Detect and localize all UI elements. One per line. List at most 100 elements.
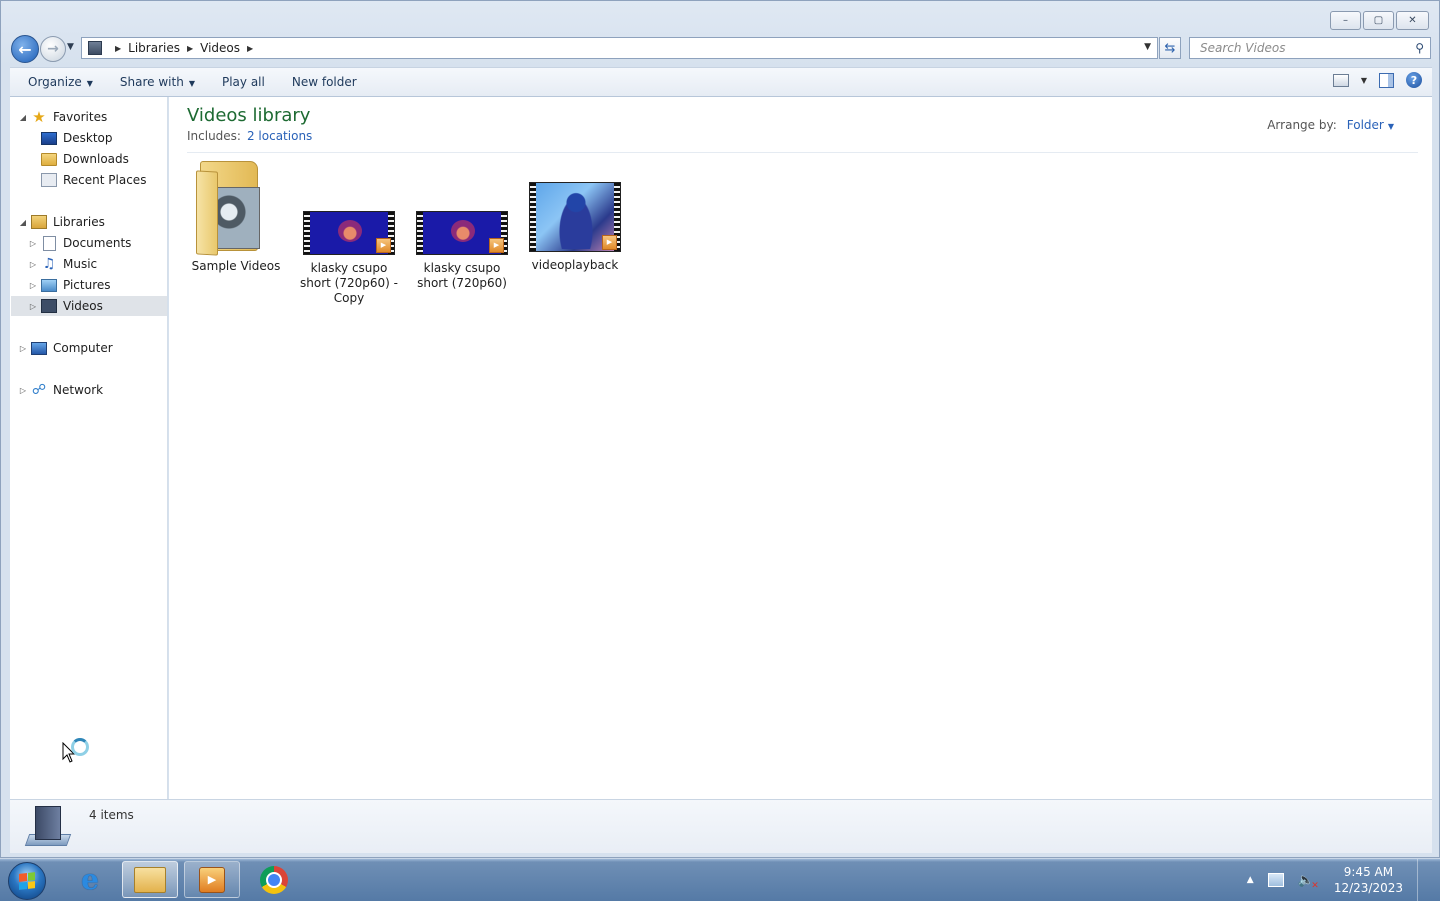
- taskbar-internet-explorer[interactable]: e: [62, 861, 118, 898]
- file-item-sample-videos[interactable]: Sample Videos: [186, 161, 286, 274]
- chevron-right-icon[interactable]: ▶: [247, 44, 253, 53]
- system-clock[interactable]: 9:45 AM 12/23/2023: [1334, 864, 1403, 896]
- play-badge-icon: ▶: [489, 238, 504, 253]
- nav-label: Videos: [63, 299, 103, 313]
- nav-item-downloads[interactable]: Downloads: [28, 149, 129, 169]
- view-options-dropdown[interactable]: ▼: [1361, 76, 1367, 85]
- nav-item-music[interactable]: ▷ ♫ Music: [28, 254, 97, 274]
- expand-arrow-icon[interactable]: ▷: [18, 386, 28, 395]
- pictures-icon: [41, 277, 57, 293]
- change-view-icon[interactable]: [1332, 73, 1349, 87]
- volume-muted-icon[interactable]: 🔈 ✕: [1298, 873, 1319, 891]
- nav-label: Network: [53, 383, 104, 397]
- chevron-down-icon: ▼: [86, 79, 93, 88]
- clock-time: 9:45 AM: [1343, 865, 1394, 879]
- nav-item-recent-places[interactable]: Recent Places: [28, 170, 146, 190]
- item-count: 4 items: [89, 808, 134, 822]
- play-all-button[interactable]: Play all: [213, 75, 274, 89]
- expand-arrow-icon[interactable]: ▷: [18, 344, 28, 353]
- nav-item-pictures[interactable]: ▷ Pictures: [28, 275, 111, 295]
- new-folder-button[interactable]: New folder: [283, 75, 366, 89]
- file-item-klasky-copy[interactable]: ▶ klasky csupo short (720p60) - Copy: [299, 181, 399, 306]
- taskbar-chrome[interactable]: [246, 861, 302, 898]
- command-bar: Organize ▼ Share with ▼ Play all New folde…: [10, 67, 1432, 97]
- address-history-dropdown[interactable]: ▼: [1144, 42, 1151, 52]
- libraries-icon: [31, 214, 47, 230]
- recent-places-icon: [41, 172, 57, 188]
- nav-item-documents[interactable]: ▷ Documents: [28, 233, 131, 253]
- forward-button[interactable]: →: [40, 36, 66, 62]
- file-list-pane[interactable]: Videos library Includes: 2 locations Arra…: [169, 97, 1432, 799]
- expand-arrow-icon[interactable]: ▷: [28, 302, 38, 311]
- breadcrumb-videos[interactable]: Videos: [200, 41, 240, 55]
- help-icon[interactable]: ?: [1406, 72, 1422, 88]
- nav-item-network[interactable]: ▷ ☍ Network: [18, 380, 103, 400]
- windows-explorer-icon: [134, 866, 166, 893]
- refresh-button[interactable]: ⇆: [1159, 37, 1181, 59]
- expand-arrow-icon[interactable]: ▷: [28, 239, 38, 248]
- show-hidden-icons-icon[interactable]: ▲: [1247, 875, 1254, 885]
- search-input[interactable]: [1198, 40, 1402, 56]
- nav-label: Libraries: [53, 215, 105, 229]
- videos-library-icon: [88, 41, 102, 55]
- play-badge-icon: ▶: [602, 235, 617, 250]
- star-icon: ★: [32, 108, 46, 126]
- navigation-pane: ◢ ★ Favorites Desktop Downloads Recent P…: [10, 97, 168, 799]
- view-controls: ▼ ?: [1332, 72, 1422, 88]
- back-button[interactable]: ←: [11, 35, 39, 63]
- videos-library-large-icon: [24, 804, 72, 846]
- taskbar: e ▶ ▲ 🔈 ✕ 9:45 AM 12/23/2023: [0, 858, 1440, 901]
- preview-pane-icon[interactable]: [1379, 72, 1394, 88]
- arrange-by-dropdown[interactable]: Folder: [1347, 118, 1384, 132]
- chevron-right-icon[interactable]: ▶: [115, 44, 121, 53]
- recent-pages-dropdown[interactable]: ▼: [67, 42, 74, 52]
- windows-logo-icon: [19, 872, 35, 890]
- organize-label: Organize: [28, 75, 82, 89]
- nav-label: Recent Places: [63, 173, 147, 187]
- nav-item-desktop[interactable]: Desktop: [28, 128, 113, 148]
- chevron-down-icon[interactable]: ▼: [1388, 122, 1394, 131]
- taskbar-media-player[interactable]: ▶: [184, 861, 240, 898]
- expand-arrow-icon[interactable]: ▷: [28, 281, 38, 290]
- taskbar-windows-explorer[interactable]: [122, 861, 178, 898]
- file-item-videoplayback[interactable]: ▶ videoplayback: [525, 178, 625, 273]
- expand-arrow-icon[interactable]: ▷: [28, 260, 38, 269]
- locations-link[interactable]: 2 locations: [247, 129, 312, 143]
- caption-buttons: – ▢ ✕: [1330, 11, 1429, 30]
- nav-item-videos[interactable]: ▷ Videos: [11, 296, 167, 316]
- address-bar[interactable]: ▶ Libraries ▶ Videos ▶ ▼: [81, 37, 1158, 59]
- folder-icon: [196, 161, 260, 256]
- nav-item-libraries[interactable]: ◢ Libraries: [18, 212, 105, 232]
- close-button[interactable]: ✕: [1396, 11, 1429, 30]
- arrange-by-label: Arrange by:: [1267, 118, 1337, 132]
- library-includes: Includes: 2 locations: [187, 129, 312, 143]
- nav-item-computer[interactable]: ▷ Computer: [18, 338, 113, 358]
- nav-label: Favorites: [53, 110, 108, 124]
- organize-button[interactable]: Organize ▼: [19, 75, 102, 89]
- minimize-button[interactable]: –: [1330, 11, 1361, 30]
- file-name: klasky csupo short (720p60): [417, 261, 507, 290]
- network-status-icon[interactable]: [1267, 873, 1284, 887]
- nav-item-favorites[interactable]: ◢ ★ Favorites: [18, 107, 107, 127]
- search-icon[interactable]: ⚲: [1415, 41, 1424, 55]
- file-item-klasky[interactable]: ▶ klasky csupo short (720p60): [412, 181, 512, 291]
- collapse-arrow-icon[interactable]: ◢: [18, 113, 28, 122]
- desktop-icon: [41, 130, 57, 146]
- clock-date: 12/23/2023: [1333, 881, 1403, 895]
- chevron-right-icon[interactable]: ▶: [187, 44, 193, 53]
- file-name: klasky csupo short (720p60) - Copy: [300, 261, 398, 305]
- maximize-button[interactable]: ▢: [1363, 11, 1394, 30]
- breadcrumb-libraries[interactable]: Libraries: [128, 41, 180, 55]
- chrome-icon: [260, 865, 288, 894]
- chevron-down-icon: ▼: [188, 79, 195, 88]
- show-desktop-button[interactable]: [1417, 859, 1430, 901]
- start-button[interactable]: [8, 862, 46, 900]
- busy-spinner-icon: [71, 738, 89, 756]
- arrow-left-icon: ←: [18, 39, 32, 59]
- share-with-button[interactable]: Share with ▼: [111, 75, 204, 89]
- collapse-arrow-icon[interactable]: ◢: [18, 218, 28, 227]
- internet-explorer-icon: e: [81, 863, 99, 896]
- share-with-label: Share with: [119, 75, 184, 89]
- nav-label: Pictures: [63, 278, 111, 292]
- arrow-right-icon: →: [47, 41, 59, 57]
